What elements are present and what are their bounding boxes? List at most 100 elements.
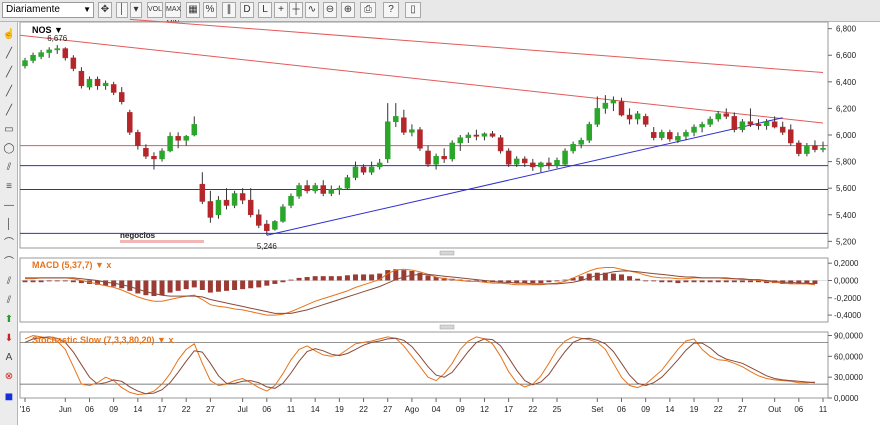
candle-body [376, 162, 383, 168]
x-axis-tick-label: 14 [133, 405, 142, 414]
price-y-tick-label: 6,400 [836, 78, 857, 87]
candle-body [78, 70, 85, 87]
candle-body [183, 136, 189, 141]
candle-body [779, 126, 786, 133]
macd-histogram-bar [401, 270, 407, 281]
candle-body [634, 113, 641, 120]
candle-body [538, 162, 544, 168]
x-axis-tick-label: 14 [665, 405, 674, 414]
candle-body [691, 126, 697, 133]
macd-histogram-bar [699, 280, 705, 283]
macd-panel-title: MACD (5,37,7) ▼ x [32, 260, 111, 270]
x-axis-tick-label: 04 [432, 405, 441, 414]
candle-body [22, 60, 28, 67]
candle-body [771, 121, 778, 128]
candle-body [70, 57, 77, 69]
macd-histogram-bar [627, 276, 633, 281]
macd-histogram-bar [248, 280, 254, 289]
candle-body [594, 108, 601, 125]
macd-histogram-bar [70, 280, 76, 283]
macd-histogram-bar [240, 280, 246, 290]
x-axis-tick-label: 17 [158, 405, 167, 414]
candle-body [344, 177, 351, 189]
candle-body [223, 199, 230, 206]
x-axis-tick-label: 06 [85, 405, 94, 414]
x-axis-tick-label: 06 [262, 405, 271, 414]
price-y-tick-label: 6,800 [836, 25, 857, 34]
macd-y-tick-label: 0,0000 [834, 276, 859, 285]
panel-resize-handle [439, 324, 455, 330]
macd-histogram-bar [651, 280, 657, 282]
candle-body [247, 199, 254, 216]
macd-histogram-bar [667, 280, 673, 283]
macd-histogram-bar [296, 277, 302, 281]
macd-histogram-bar [312, 276, 318, 281]
macd-histogram-bar [264, 280, 270, 286]
macd-histogram-bar [546, 280, 552, 283]
candle-body [280, 206, 286, 222]
macd-histogram-bar [425, 275, 431, 281]
candle-body [231, 193, 238, 206]
macd-histogram-bar [707, 280, 713, 283]
x-axis-tick-label: Out [768, 405, 782, 414]
candle-body [425, 150, 431, 165]
macd-histogram-bar [659, 280, 665, 283]
candle-body [151, 156, 157, 160]
macd-histogram-bar [22, 280, 28, 283]
candle-body [812, 145, 818, 150]
candle-body [473, 134, 480, 137]
x-axis-tick-label: 19 [690, 405, 699, 414]
candle-body [409, 129, 415, 133]
x-axis-tick-label: 06 [617, 405, 626, 414]
candle-body [304, 185, 310, 192]
stochastic-panel-title: Stochastic Slow (7,3,3,80,20) ▼ x [32, 335, 173, 345]
candle-body [38, 52, 44, 57]
x-axis-tick-label: 14 [311, 405, 320, 414]
macd-histogram-bar [191, 280, 197, 288]
candle-body [54, 48, 60, 51]
price-y-tick-label: 5,400 [836, 211, 857, 220]
candle-body [46, 49, 52, 53]
macd-y-tick-label: -0,2000 [834, 294, 862, 303]
candle-body [731, 116, 738, 130]
macd-histogram-bar [159, 280, 165, 296]
candle-body [441, 156, 447, 160]
macd-histogram-bar [691, 280, 697, 283]
candle-body [699, 124, 705, 128]
candle-body [336, 187, 343, 190]
candle-body [30, 54, 36, 61]
macd-histogram-bar [715, 280, 721, 283]
candle-body [489, 133, 496, 137]
candle-body [497, 137, 504, 152]
x-axis-tick-label: 27 [383, 405, 392, 414]
macd-histogram-bar [731, 280, 737, 283]
macd-histogram-bar [594, 272, 600, 281]
candle-body [127, 112, 133, 133]
x-axis-tick-label: 09 [456, 405, 465, 414]
x-axis-tick-label: 22 [182, 405, 191, 414]
stochastic-y-tick-label: 30,0000 [834, 373, 863, 382]
macd-histogram-bar [207, 280, 213, 293]
macd-histogram-bar [280, 280, 286, 283]
candle-body [288, 195, 294, 206]
x-axis-tick-label: 22 [528, 405, 537, 414]
x-axis-tick-label: 17 [504, 405, 513, 414]
x-axis-tick-label: 27 [738, 405, 747, 414]
candle-body [118, 92, 125, 103]
candle-body [433, 156, 439, 165]
candle-body [755, 124, 762, 126]
macd-histogram-bar [683, 280, 689, 283]
stochastic-y-tick-label: 60,0000 [834, 352, 863, 361]
candle-body [368, 166, 375, 173]
macd-histogram-bar [352, 274, 358, 281]
macd-histogram-bar [328, 276, 334, 281]
macd-histogram-bar [610, 273, 616, 281]
macd-histogram-bar [183, 280, 189, 290]
candle-body [159, 150, 165, 160]
candle-body [707, 118, 713, 125]
macd-histogram-bar [304, 277, 310, 281]
macd-histogram-bar [675, 280, 681, 284]
candle-body [102, 82, 109, 87]
candle-body [820, 148, 826, 150]
candle-body [360, 166, 367, 173]
